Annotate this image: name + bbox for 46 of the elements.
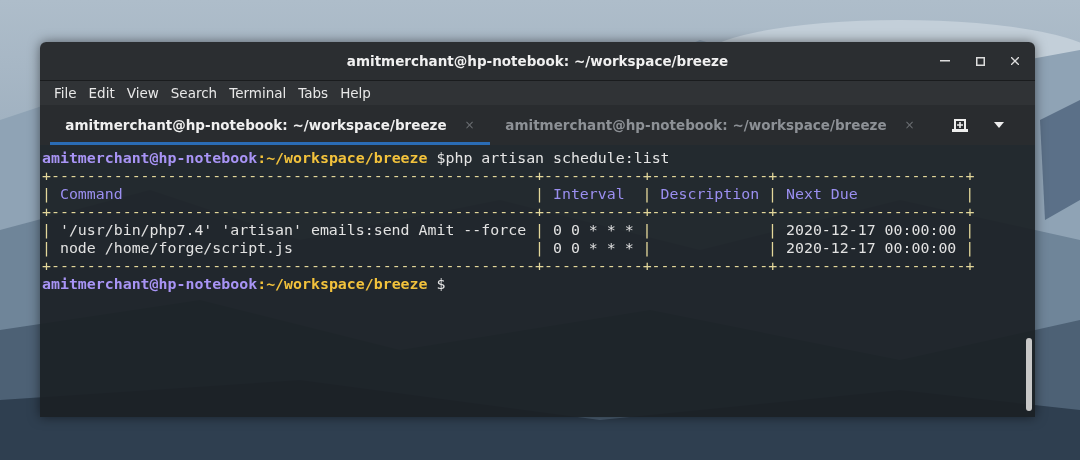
tab-label[interactable]: amitmerchant@hp-notebook: ~/workspace/breeze [505, 117, 887, 133]
prompt-path: :~/workspace/breeze [257, 149, 428, 167]
table-cell: '/usr/bin/php7.4' 'artisan' emails:send Amit --force [59, 221, 527, 239]
column-header: Interval [552, 185, 625, 203]
menu-item[interactable]: Terminal [223, 85, 293, 101]
menu-item[interactable]: Edit [82, 85, 121, 101]
table-cell: node /home/forge/script.js [59, 239, 293, 257]
column-header: Command [59, 185, 123, 203]
column-header: Next Due [786, 185, 858, 203]
column-separator: | [642, 239, 652, 257]
column-separator: | [535, 221, 544, 239]
tab-label[interactable]: amitmerchant@hp-notebook: ~/workspace/breeze [65, 117, 447, 133]
column-separator: | [642, 185, 652, 203]
column-header: Description [660, 185, 760, 203]
column-separator: | [42, 221, 51, 239]
prompt-user-host: amitmerchant@hp-notebook [42, 149, 258, 167]
table-border-line: +------------------------------------------------------+-----------+-------------+---------------------+ [42, 203, 975, 221]
table-border-line: +------------------------------------------------------+-----------+-------------+---------------------+ [42, 167, 975, 185]
tab[interactable]: amitmerchant@hp-notebook: ~/workspace/breeze × [490, 105, 930, 145]
menu-item[interactable]: Help [334, 85, 377, 101]
table-border-line: +------------------------------------------------------+-----------+-------------+---------------------+ [42, 257, 975, 275]
column-separator: | [768, 239, 778, 257]
table-cell: 2020-12-17 00:00:00 [786, 221, 957, 239]
menu-item[interactable]: Tabs [292, 85, 335, 101]
column-separator: | [535, 185, 544, 203]
prompt-symbol: $ [436, 149, 446, 167]
table-cell: 0 0 * * * [552, 239, 634, 257]
table-cell: 2020-12-17 00:00:00 [786, 239, 957, 257]
column-separator: | [42, 185, 51, 203]
column-separator: | [42, 239, 51, 257]
column-separator: | [965, 239, 975, 257]
column-separator: | [965, 185, 975, 203]
table-cell: 0 0 * * * [552, 221, 634, 239]
menu-item[interactable]: File [48, 85, 83, 101]
menu-item[interactable]: View [120, 85, 165, 101]
prompt-user-host: amitmerchant@hp-notebook [42, 275, 258, 293]
command-text: php artisan schedule:list [445, 149, 670, 167]
window-title: amitmerchant@hp-notebook: ~/workspace/breeze [346, 53, 729, 69]
column-separator: | [535, 239, 544, 257]
menu-item[interactable]: Search [164, 85, 224, 101]
column-separator: | [965, 221, 975, 239]
prompt-path: :~/workspace/breeze [257, 275, 428, 293]
prompt-symbol: $ [436, 275, 446, 293]
column-separator: | [768, 185, 778, 203]
column-separator: | [768, 221, 778, 239]
column-separator: | [642, 221, 652, 239]
